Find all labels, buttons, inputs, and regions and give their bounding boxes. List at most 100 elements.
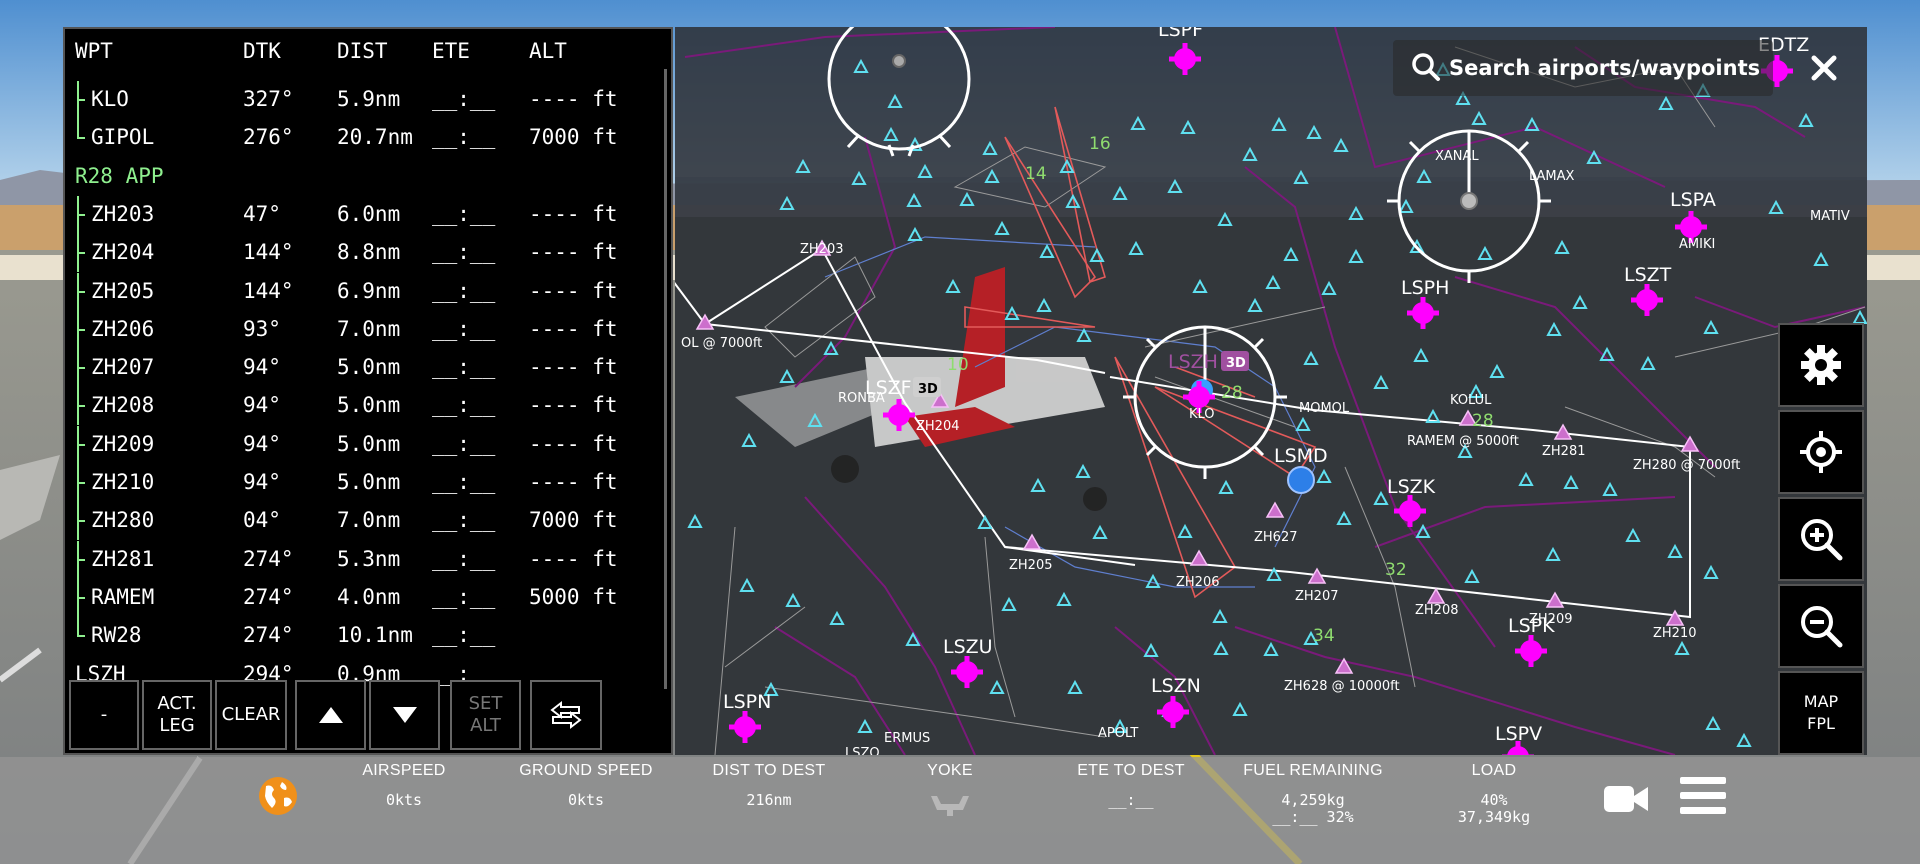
row-dist: 5.0nm (337, 470, 401, 494)
row-wpt: ZH205 (91, 278, 155, 303)
move-down-button[interactable] (369, 680, 440, 750)
yoke-control[interactable]: YOKE (865, 762, 1035, 823)
search-box[interactable]: Search airports/waypoints (1393, 40, 1773, 96)
row-ete: __:__ (432, 584, 496, 609)
close-icon[interactable] (1800, 44, 1848, 92)
flight-plan-row[interactable]: GIPOL 276° 20.7nm __:__ 7000 ft (71, 119, 667, 157)
wpt-label-lszo: LSZO (845, 746, 880, 755)
flight-plan-row[interactable]: KLO 327° 5.9nm __:__ ---- ft (71, 81, 667, 119)
load-readout[interactable]: LOAD 40% 37,349kg (1409, 762, 1579, 826)
runway-label-28: 28 (1472, 411, 1494, 431)
flight-plan-row[interactable]: ZH210 94° 5.0nm __:__ ---- ft (71, 464, 667, 502)
row-ete: __:__ (432, 393, 496, 418)
row-alt: ---- ft (529, 201, 618, 226)
airspeed-label: AIRSPEED (362, 762, 446, 779)
zoom-out-button[interactable] (1778, 584, 1864, 668)
wpt-label-ermus: ERMUS (884, 731, 930, 746)
crosshair-icon (1800, 431, 1842, 473)
row-alt: ---- ft (529, 431, 618, 456)
flight-plan-row[interactable]: ZH203 47° 6.0nm __:__ ---- ft (71, 195, 667, 234)
flight-plan-row[interactable]: ZH206 93° 7.0nm __:__ ---- ft (71, 310, 667, 349)
zoom-in-button[interactable] (1778, 497, 1864, 581)
search-placeholder: Search airports/waypoints (1449, 56, 1761, 80)
ground-speed-value: 0kts (567, 791, 605, 809)
airport-label-lszu: LSZU (943, 636, 993, 658)
set-alt-label: SET ALT (468, 693, 503, 736)
row-dist: 10.1nm (337, 623, 413, 648)
airport-label-lsmd: LSMD (1274, 445, 1328, 467)
airport-label-lsph: LSPH (1401, 277, 1449, 299)
dist-to-dest-value: 216nm (746, 791, 792, 809)
triangle-up-icon (318, 707, 343, 723)
tree-branch (77, 482, 85, 484)
wpt-label-apolt: APOLT (1098, 726, 1138, 741)
flight-plan-row[interactable]: ZH208 94° 5.0nm __:__ ---- ft (71, 387, 667, 426)
flight-plan-row[interactable]: ZH280 04° 7.0nm __:__ 7000 ft (71, 502, 667, 541)
tree-branch (77, 635, 85, 638)
menu-icon[interactable] (1678, 774, 1728, 818)
wpt-label-zh281: ZH281 (1542, 444, 1586, 459)
fuel-remaining-label: FUEL REMAINING (1243, 762, 1383, 779)
flight-plan-row[interactable]: ZH281 274° 5.3nm __:__ ---- ft (71, 540, 667, 579)
move-up-button[interactable] (295, 680, 366, 750)
header-wpt: WPT (75, 39, 113, 63)
yoke-icon (931, 796, 969, 816)
wpt-label-zh204: ZH204 (916, 419, 960, 434)
tree-branch (77, 558, 85, 561)
flight-plan-row[interactable]: ZH205 144° 6.9nm __:__ ---- ft (71, 272, 667, 311)
lsmd-marker[interactable] (1287, 466, 1315, 494)
center-position-button[interactable] (1778, 410, 1864, 494)
fuel-remaining-readout[interactable]: FUEL REMAINING 4,259kg __:__ 32% (1228, 762, 1398, 826)
map-canvas[interactable]: 14 16 10 28 32 34 28 3D 3D LSPF EDTZ LSP… (675, 27, 1867, 755)
row-wpt: ZH208 (91, 393, 155, 418)
row-alt: 5000 ft (529, 584, 618, 609)
wpt-label-zh205: ZH205 (1009, 558, 1053, 573)
row-wpt: RAMEM (91, 584, 155, 609)
row-ete: __:__ (432, 508, 496, 533)
flight-plan-list[interactable]: KLO 327° 5.9nm __:__ ---- ft GIPOL 276° 20.7nm _… (71, 81, 667, 701)
flight-plan-row[interactable]: RW28 274° 10.1nm __:__ (71, 617, 667, 655)
row-dist: 5.0nm (337, 393, 401, 418)
badge-3d-lszh: 3D (1221, 351, 1249, 371)
remove-waypoint-button[interactable]: - (69, 680, 139, 750)
activate-leg-button[interactable]: ACT. LEG (142, 680, 212, 750)
row-dist: 4.0nm (337, 584, 401, 609)
row-dtk: 274° (243, 546, 294, 571)
row-alt: ---- ft (529, 278, 618, 303)
row-dtk: 94° (243, 355, 281, 380)
map-fpl-toggle-button[interactable]: MAP FPL (1778, 671, 1864, 755)
ground-speed-label: GROUND SPEED (519, 762, 653, 779)
row-dist: 7.0nm (337, 508, 401, 533)
svg-text:3D: 3D (918, 382, 938, 397)
tree-branch (77, 137, 85, 140)
flight-plan-row[interactable]: ZH204 144° 8.8nm __:__ ---- ft (71, 234, 667, 273)
fuel-remaining-kg: 4,259kg (1281, 791, 1345, 809)
swap-direction-button[interactable] (530, 680, 602, 750)
navigation-map[interactable]: 14 16 10 28 32 34 28 3D 3D LSPF EDTZ LSP… (675, 27, 1867, 755)
map-fpl-label: MAP FPL (1803, 692, 1839, 733)
row-wpt: ZH209 (91, 431, 155, 456)
flight-plan-row[interactable]: RAMEM 274° 4.0nm __:__ 5000 ft (71, 578, 667, 617)
flight-plan-row[interactable]: ZH209 94° 5.0nm __:__ ---- ft (71, 425, 667, 464)
globe-icon[interactable] (258, 776, 298, 816)
runway-label-14: 14 (1025, 164, 1047, 184)
ete-to-dest-readout: ETE TO DEST __:__ (1046, 762, 1216, 809)
load-percent: 40% (1480, 791, 1508, 809)
clear-button[interactable]: CLEAR (215, 680, 287, 750)
camera-icon[interactable] (1602, 778, 1650, 818)
flight-plan-row[interactable]: ZH207 94° 5.0nm __:__ ---- ft (71, 349, 667, 388)
header-dtk: DTK (243, 39, 281, 63)
row-dtk: 144° (243, 278, 294, 303)
flight-plan-section-header[interactable]: R28 APP (71, 158, 667, 196)
header-alt: ALT (529, 39, 567, 63)
wpt-label-zh208: ZH208 (1415, 603, 1459, 618)
badge-3d-lszf: 3D (913, 377, 941, 397)
zoom-in-icon (1801, 519, 1843, 561)
set-alt-button[interactable]: SET ALT (450, 680, 521, 750)
row-alt: ---- ft (529, 240, 618, 265)
row-dtk: 144° (243, 240, 294, 265)
row-ete: __:__ (432, 87, 496, 111)
flight-plan-scrollbar[interactable] (664, 69, 667, 689)
settings-button[interactable] (1778, 323, 1864, 407)
row-dtk: 327° (243, 87, 294, 111)
